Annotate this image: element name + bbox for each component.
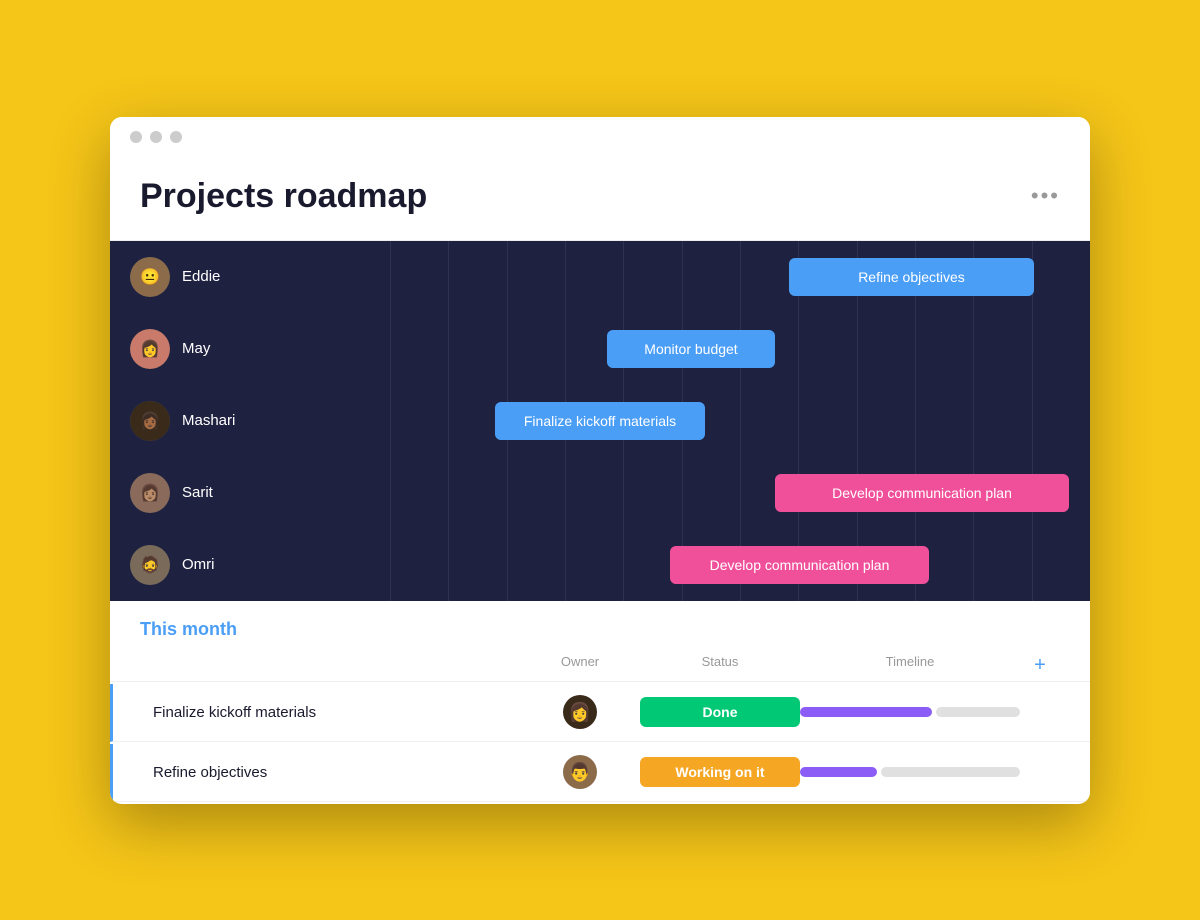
gantt-bar[interactable]: Develop communication plan — [670, 546, 929, 584]
bottom-section: This month Owner Status Timeline + Final… — [110, 601, 1090, 802]
avatar: 😐 — [130, 257, 170, 297]
timeline-remaining — [881, 767, 1020, 777]
timeline-cell — [800, 707, 1020, 717]
bar-row: Develop communication plan — [390, 457, 1090, 529]
avatar: 👩🏽 — [130, 473, 170, 513]
person-name: Mashari — [182, 412, 235, 429]
bar-row: Finalize kickoff materials — [390, 385, 1090, 457]
gantt-bar[interactable]: Develop communication plan — [775, 474, 1069, 512]
gantt-section: 😐 Eddie 👩 May 👩🏾 Mashari 👩🏽 Sarit 🧔 Omri Refine o… — [110, 241, 1090, 601]
person-name: Sarit — [182, 484, 213, 501]
status-badge[interactable]: Working on it — [640, 757, 800, 787]
avatar: 🧔 — [130, 545, 170, 585]
page-title: Projects roadmap — [140, 177, 427, 216]
main-window: Projects roadmap ••• 😐 Eddie 👩 May 👩🏾 Mashari… — [110, 117, 1090, 804]
col-task — [140, 654, 520, 677]
table-row[interactable]: Refine objectives 👨 Working on it — [110, 744, 1090, 802]
person-name: Omri — [182, 556, 215, 573]
gantt-bar[interactable]: Refine objectives — [789, 258, 1034, 296]
task-table: Owner Status Timeline + Finalize kickoff… — [110, 650, 1090, 802]
bar-row: Monitor budget — [390, 313, 1090, 385]
person-row: 👩🏽 Sarit — [110, 457, 390, 529]
traffic-light-maximize[interactable] — [170, 131, 182, 143]
person-row: 🧔 Omri — [110, 529, 390, 601]
person-name: Eddie — [182, 268, 220, 285]
gantt-bar[interactable]: Monitor budget — [607, 330, 775, 368]
avatar: 👩🏾 — [130, 401, 170, 441]
gantt-left: 😐 Eddie 👩 May 👩🏾 Mashari 👩🏽 Sarit 🧔 Omri — [110, 241, 390, 601]
gantt-bars: Refine objectives Monitor budget Finalize … — [390, 241, 1090, 601]
traffic-light-close[interactable] — [130, 131, 142, 143]
add-column-button[interactable]: + — [1034, 654, 1046, 676]
owner-cell: 👨 — [520, 755, 640, 789]
owner-cell: 👩 — [520, 695, 640, 729]
timeline-progress — [800, 707, 932, 717]
this-month-title: This month — [140, 619, 237, 639]
header-section: Projects roadmap ••• — [110, 157, 1090, 241]
more-options-button[interactable]: ••• — [1031, 183, 1060, 209]
owner-avatar: 👩 — [563, 695, 597, 729]
task-name: Refine objectives — [143, 764, 520, 781]
task-name: Finalize kickoff materials — [143, 704, 520, 721]
this-month-header: This month — [110, 601, 1090, 650]
bar-row: Refine objectives — [390, 241, 1090, 313]
title-bar — [110, 117, 1090, 157]
task-table-header: Owner Status Timeline + — [110, 650, 1090, 682]
owner-avatar: 👨 — [563, 755, 597, 789]
timeline-progress — [800, 767, 877, 777]
status-cell: Working on it — [640, 757, 800, 787]
bar-row: Develop communication plan — [390, 529, 1090, 601]
person-name: May — [182, 340, 210, 357]
person-row: 😐 Eddie — [110, 241, 390, 313]
status-cell: Done — [640, 697, 800, 727]
timeline-cell — [800, 767, 1020, 777]
task-rows-container: Finalize kickoff materials 👩 Done Refine ob… — [110, 684, 1090, 802]
col-owner: Owner — [520, 654, 640, 677]
gantt-bar[interactable]: Finalize kickoff materials — [495, 402, 705, 440]
status-badge[interactable]: Done — [640, 697, 800, 727]
table-row[interactable]: Finalize kickoff materials 👩 Done — [110, 684, 1090, 742]
person-row: 👩🏾 Mashari — [110, 385, 390, 457]
col-status: Status — [640, 654, 800, 677]
person-row: 👩 May — [110, 313, 390, 385]
gantt-right: Refine objectives Monitor budget Finalize … — [390, 241, 1090, 601]
avatar: 👩 — [130, 329, 170, 369]
gantt-grid: 😐 Eddie 👩 May 👩🏾 Mashari 👩🏽 Sarit 🧔 Omri Refine o… — [110, 241, 1090, 601]
col-timeline: Timeline — [800, 654, 1020, 677]
col-add: + — [1020, 654, 1060, 677]
timeline-remaining — [936, 707, 1020, 717]
traffic-light-minimize[interactable] — [150, 131, 162, 143]
